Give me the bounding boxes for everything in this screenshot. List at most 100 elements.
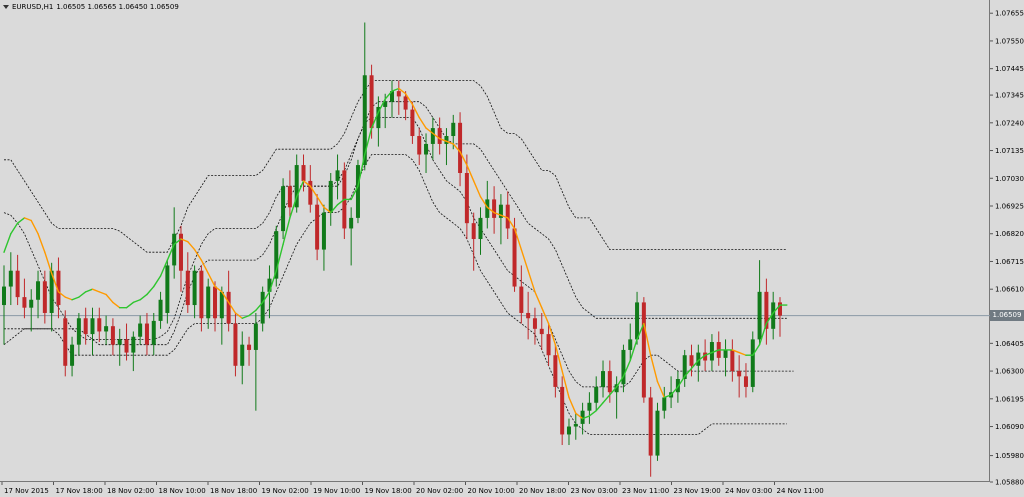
candle-body xyxy=(172,233,177,266)
candle-body xyxy=(36,281,41,300)
candle-body xyxy=(321,212,326,250)
ma-segment xyxy=(248,309,257,317)
candle-body xyxy=(29,299,34,308)
ma-segment xyxy=(3,233,12,253)
candle-body xyxy=(138,323,143,337)
candle-body xyxy=(192,270,197,306)
candle-body xyxy=(730,349,735,372)
candle-body xyxy=(2,286,6,306)
symbol-header: EURUSD,H1 1.06505 1.06565 1.06450 1.0650… xyxy=(3,3,179,11)
candle-body xyxy=(328,180,333,213)
ma-segment xyxy=(98,291,107,296)
price-tick-label: 1.06090 xyxy=(995,423,1024,431)
ma-segment xyxy=(738,351,747,356)
candle-body xyxy=(424,143,429,155)
candle-body xyxy=(519,286,524,313)
ma-segment xyxy=(71,296,80,301)
candle-body xyxy=(240,344,245,366)
ma-segment xyxy=(91,288,100,293)
price-tick-label: 1.06195 xyxy=(995,395,1024,403)
ma-segment xyxy=(132,299,141,304)
candle-body xyxy=(165,265,170,313)
candle-body xyxy=(158,299,163,321)
candle-body xyxy=(662,397,667,411)
candle-body xyxy=(410,109,415,137)
symbol-label: EURUSD,H1 xyxy=(12,3,54,11)
band-line-mid-lower xyxy=(3,117,794,388)
candle-body xyxy=(451,122,456,137)
price-tick-label: 1.07550 xyxy=(995,37,1024,45)
time-label: 18 Nov 18:00 xyxy=(210,487,257,495)
candle-body xyxy=(458,122,463,173)
candle-body xyxy=(594,386,599,403)
time-label: 24 Nov 03:00 xyxy=(725,487,772,495)
current-price-tag: 1.06509 xyxy=(990,310,1024,322)
candle-body xyxy=(526,312,531,319)
ma-segment xyxy=(146,285,155,296)
time-label: 17 Nov 18:00 xyxy=(56,487,103,495)
dropdown-triangle-icon[interactable] xyxy=(3,5,9,9)
candlestick-chart[interactable]: 1.07655 1.07550 1.07445 1.07345 1.07240 1.071… xyxy=(0,0,1024,497)
candle-body xyxy=(281,186,286,232)
price-tick-label: 1.05980 xyxy=(995,452,1024,460)
ma-segment xyxy=(656,380,665,399)
candle-body xyxy=(70,344,75,366)
candle-body xyxy=(76,318,81,345)
price-tick-label: 1.07345 xyxy=(995,92,1024,100)
ma-segment xyxy=(588,409,597,417)
candle-body xyxy=(42,281,47,313)
candle-body xyxy=(90,318,95,335)
price-tick-label: 1.05880 xyxy=(995,479,1024,487)
ma-segment xyxy=(64,296,73,301)
price-tick-label: 1.07445 xyxy=(995,65,1024,73)
candle-body xyxy=(15,270,20,298)
ma-segment xyxy=(10,222,19,235)
price-tick-label: 1.07135 xyxy=(995,147,1024,155)
ma-segment xyxy=(139,293,148,301)
candle-body xyxy=(607,371,612,393)
ma-segment xyxy=(84,288,94,293)
candle-body xyxy=(63,318,68,366)
candle-body xyxy=(505,204,510,229)
candle-body xyxy=(349,217,354,229)
candle-body xyxy=(417,136,422,155)
time-label: 17 Nov 2015 xyxy=(4,487,49,495)
price-tick-label: 1.06925 xyxy=(995,203,1024,211)
candle-body xyxy=(260,291,265,324)
candle-body xyxy=(464,172,469,224)
ohlc-values: 1.06505 1.06565 1.06450 1.06509 xyxy=(56,3,179,11)
ma-segment xyxy=(527,270,536,293)
ma-segment xyxy=(568,396,577,415)
candle-body xyxy=(471,223,476,240)
ma-segment xyxy=(44,251,53,275)
ma-segment xyxy=(112,301,121,309)
time-label: 19 Nov 18:00 xyxy=(365,487,412,495)
candle-body xyxy=(750,339,755,387)
candle-body xyxy=(546,334,551,356)
candle-body xyxy=(553,355,558,387)
candle-body xyxy=(124,339,129,353)
candle-body xyxy=(709,342,714,361)
price-tick-label: 1.07240 xyxy=(995,119,1024,127)
time-label: 20 Nov 02:00 xyxy=(416,487,463,495)
candle-body xyxy=(253,323,258,350)
candle-body xyxy=(117,339,122,345)
band-line-upper xyxy=(4,80,787,253)
ma-segment xyxy=(153,275,162,288)
candle-body xyxy=(287,186,292,208)
candle-body xyxy=(369,75,374,129)
time-label: 18 Nov 02:00 xyxy=(107,487,154,495)
candle-body xyxy=(403,96,408,110)
candle-body xyxy=(219,291,224,319)
time-label: 23 Nov 11:00 xyxy=(622,487,669,495)
candle-body xyxy=(723,349,728,358)
price-tick-label: 1.06300 xyxy=(995,368,1024,376)
price-tick-label: 1.06820 xyxy=(995,230,1024,238)
ma-segment xyxy=(520,248,529,272)
price-tick-label: 1.07655 xyxy=(995,10,1024,18)
candle-body xyxy=(315,204,320,250)
candle-body xyxy=(396,91,401,97)
ma-segment xyxy=(602,394,611,404)
chart-window: 1.07655 1.07550 1.07445 1.07345 1.07240 1.071… xyxy=(0,0,1024,497)
candle-body xyxy=(566,426,571,435)
